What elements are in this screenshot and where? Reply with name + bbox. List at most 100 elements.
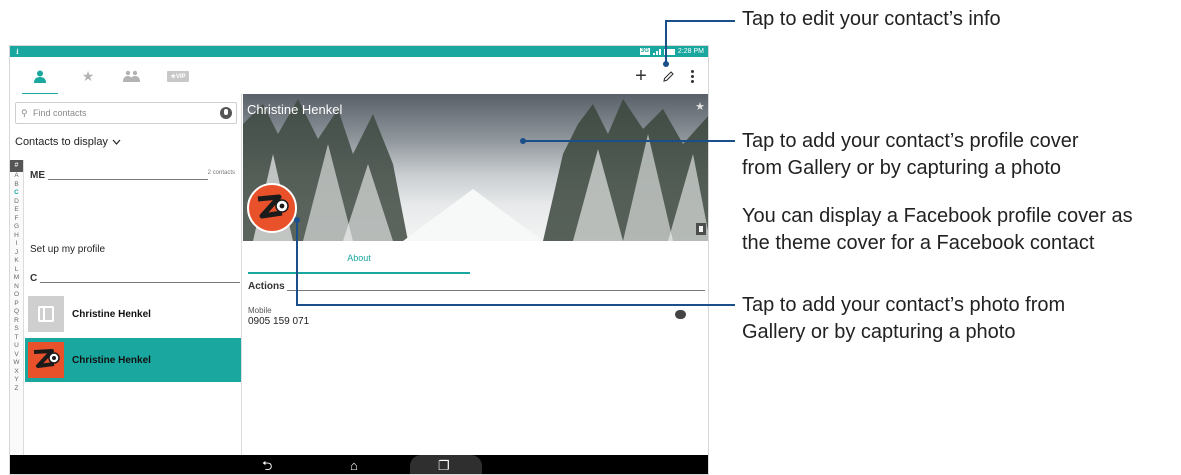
zoo-logo-icon bbox=[257, 194, 289, 219]
message-icon[interactable] bbox=[675, 310, 686, 319]
index-letter[interactable]: I bbox=[10, 240, 23, 249]
phone-type-label: Mobile bbox=[248, 306, 272, 315]
network-type: 3G bbox=[639, 48, 650, 55]
status-right: 3G 2:28 PM bbox=[639, 46, 704, 57]
avatar bbox=[28, 296, 64, 332]
setup-profile-link[interactable]: Set up my profile bbox=[30, 244, 105, 255]
back-icon[interactable]: ⮌ bbox=[262, 457, 272, 474]
plus-icon: + bbox=[635, 64, 647, 87]
contacts-to-display-label: Contacts to display bbox=[15, 136, 108, 148]
alphabet-index[interactable]: # ABCDEFGHIJKLMNOPQRSTUVWXYZ bbox=[10, 160, 24, 455]
contact-count: 2 contacts bbox=[207, 170, 235, 176]
callout-edit-text: Tap to edit your contact’s info bbox=[742, 8, 1001, 30]
add-contact-button[interactable]: + bbox=[632, 65, 650, 87]
callout-cover-line: Tap to add your contact’s profile cover bbox=[742, 130, 1079, 152]
index-letter[interactable]: Y bbox=[10, 376, 23, 385]
contact-name: Christine Henkel bbox=[72, 308, 151, 320]
overflow-menu-dot bbox=[690, 79, 694, 83]
overflow-menu-button[interactable] bbox=[686, 65, 698, 87]
section-divider bbox=[48, 179, 208, 180]
callout-dot-edit bbox=[663, 61, 669, 67]
index-letter[interactable]: M bbox=[10, 274, 23, 283]
index-letter[interactable]: B bbox=[10, 181, 23, 190]
index-letter[interactable]: P bbox=[10, 300, 23, 309]
edit-contact-button[interactable] bbox=[659, 65, 677, 87]
index-letter[interactable]: X bbox=[10, 368, 23, 377]
index-letter[interactable]: K bbox=[10, 257, 23, 266]
signal-icon bbox=[652, 48, 661, 55]
phone-number[interactable]: 0905 159 071 bbox=[248, 316, 309, 327]
profile-photo[interactable] bbox=[247, 183, 297, 233]
contact-name-heading: Christine Henkel bbox=[247, 102, 343, 117]
index-letter[interactable]: D bbox=[10, 198, 23, 207]
callout-facebook-line: You can display a Facebook profile cover… bbox=[742, 205, 1133, 227]
pencil-icon bbox=[662, 70, 674, 82]
index-letter[interactable]: T bbox=[10, 334, 23, 343]
index-letter[interactable]: Q bbox=[10, 308, 23, 317]
index-letter[interactable]: N bbox=[10, 283, 23, 292]
search-placeholder: Find contacts bbox=[33, 108, 87, 118]
profile-cover[interactable]: Christine Henkel ★ bbox=[243, 94, 708, 241]
section-header-c: C bbox=[30, 273, 38, 284]
callout-dot-photo bbox=[294, 217, 300, 223]
download-icon: ⭳ bbox=[16, 47, 19, 56]
microphone-icon[interactable] bbox=[220, 107, 232, 119]
callout-line-edit bbox=[665, 21, 667, 64]
callout-line-photo bbox=[296, 304, 735, 306]
zoo-logo-icon bbox=[33, 349, 60, 368]
search-input[interactable]: ⚲ Find contacts bbox=[15, 102, 237, 124]
index-letter[interactable]: A bbox=[10, 172, 23, 181]
cover-source-icon[interactable] bbox=[696, 223, 706, 235]
person-icon bbox=[34, 70, 46, 83]
overflow-menu-dot bbox=[690, 74, 694, 78]
index-letter[interactable]: E bbox=[10, 206, 23, 215]
chevron-down-icon bbox=[112, 139, 121, 145]
contact-card-icon bbox=[38, 306, 54, 322]
index-letter[interactable]: S bbox=[10, 325, 23, 334]
callout-photo-line: Gallery or by capturing a photo bbox=[742, 321, 1016, 343]
avatar bbox=[28, 342, 64, 378]
callout-line-cover bbox=[523, 140, 735, 142]
star-icon: ★ bbox=[81, 67, 95, 84]
index-letter[interactable]: G bbox=[10, 223, 23, 232]
contact-name: Christine Henkel bbox=[72, 354, 151, 366]
index-letter[interactable]: H bbox=[10, 232, 23, 241]
callout-facebook-line: the theme cover for a Facebook contact bbox=[742, 232, 1095, 254]
tab-vip[interactable]: ★VIP bbox=[166, 65, 190, 87]
tab-favorites[interactable]: ★ bbox=[76, 65, 100, 87]
index-letter[interactable]: F bbox=[10, 215, 23, 224]
contacts-to-display-dropdown[interactable]: Contacts to display bbox=[15, 136, 121, 148]
navigation-bar: ⮌ ⌂ ❐ bbox=[10, 455, 708, 474]
index-letter[interactable]: C bbox=[10, 189, 23, 198]
home-icon[interactable]: ⌂ bbox=[350, 457, 358, 474]
tab-contacts[interactable] bbox=[22, 65, 58, 95]
callout-photo-line: Tap to add your contact’s photo from bbox=[742, 294, 1066, 316]
section-divider bbox=[40, 282, 240, 283]
contact-row-selected[interactable]: Christine Henkel bbox=[25, 338, 241, 382]
callout-photo: Tap to add your contact’s photo from Gal… bbox=[742, 292, 1065, 346]
section-header-me: ME bbox=[30, 170, 45, 181]
search-icon: ⚲ bbox=[21, 108, 28, 118]
index-letter[interactable]: R bbox=[10, 317, 23, 326]
vip-icon: ★VIP bbox=[167, 70, 189, 82]
tablet-screen: ⭳ 3G 2:28 PM ★ ★VIP + ⚲ Find contacts Co… bbox=[9, 45, 709, 475]
contact-list-pane: ⚲ Find contacts Contacts to display # AB… bbox=[10, 94, 242, 455]
contact-row[interactable]: Christine Henkel bbox=[25, 292, 241, 336]
index-letter[interactable]: W bbox=[10, 359, 23, 368]
status-bar: ⭳ 3G 2:28 PM bbox=[10, 46, 708, 57]
clock: 2:28 PM bbox=[677, 48, 704, 55]
index-letter[interactable]: V bbox=[10, 351, 23, 360]
index-letter[interactable]: J bbox=[10, 249, 23, 258]
overflow-menu-icon bbox=[690, 69, 694, 73]
index-letter[interactable]: Z bbox=[10, 385, 23, 394]
tab-bar: ★ ★VIP + bbox=[10, 57, 708, 95]
index-letter[interactable]: U bbox=[10, 342, 23, 351]
callout-edit: Tap to edit your contact’s info bbox=[742, 6, 1001, 33]
callout-cover-line: from Gallery or by capturing a photo bbox=[742, 157, 1062, 179]
favorite-star-icon[interactable]: ★ bbox=[695, 100, 705, 113]
tab-groups[interactable] bbox=[120, 65, 144, 87]
index-hash[interactable]: # bbox=[10, 160, 23, 172]
index-letter[interactable]: L bbox=[10, 266, 23, 275]
tab-about[interactable]: About bbox=[248, 246, 470, 274]
index-letter[interactable]: O bbox=[10, 291, 23, 300]
